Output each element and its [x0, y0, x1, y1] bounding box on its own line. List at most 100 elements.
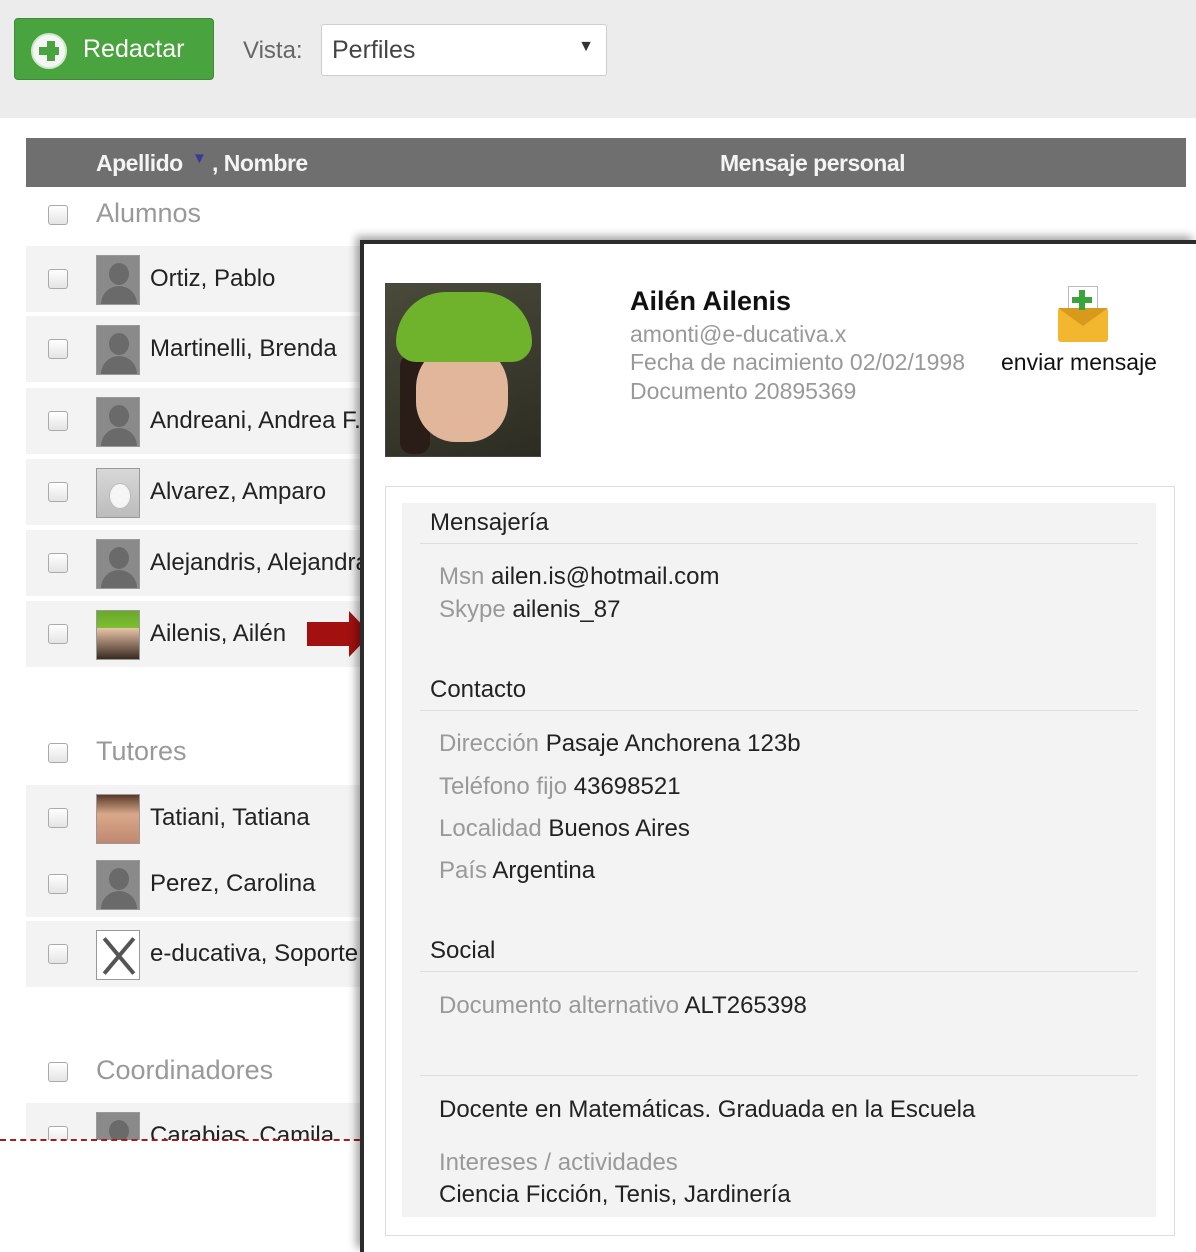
- sort-by-apellido[interactable]: Apellido: [96, 150, 183, 177]
- avatar: [96, 255, 140, 305]
- view-select-value: Perfiles: [332, 36, 416, 64]
- row-checkbox[interactable]: [48, 269, 68, 289]
- avatar: [96, 1112, 140, 1140]
- contact-name: Perez, Carolina: [150, 870, 316, 897]
- compose-label: Redactar: [83, 35, 185, 63]
- contact-name: Carabias, Camila: [150, 1122, 335, 1140]
- divider: [420, 971, 1138, 972]
- profile-name: Ailén Ailenis: [630, 286, 792, 316]
- row-checkbox[interactable]: [48, 808, 68, 828]
- row-checkbox[interactable]: [48, 944, 68, 964]
- group-title: Alumnos: [96, 198, 202, 228]
- birth-value: 02/02/1998: [849, 349, 966, 375]
- group-checkbox-coordinadores[interactable]: [48, 1062, 68, 1082]
- divider: [420, 710, 1138, 711]
- field-label: Dirección: [439, 730, 540, 757]
- avatar: [96, 539, 140, 589]
- contact-name: Ortiz, Pablo: [150, 265, 276, 292]
- row-checkbox[interactable]: [48, 553, 68, 573]
- row-checkbox[interactable]: [48, 411, 68, 431]
- section-title-contacto: Contacto: [430, 676, 527, 703]
- row-checkbox[interactable]: [48, 339, 68, 359]
- avatar: [96, 325, 140, 375]
- avatar: [96, 860, 140, 910]
- contact-name: Ailenis, Ailén: [150, 620, 287, 647]
- field-value: 43698521: [573, 773, 681, 800]
- group-checkbox-tutores[interactable]: [48, 743, 68, 763]
- doc-label: Documento: [630, 378, 748, 404]
- divider: [420, 1075, 1138, 1076]
- field-pais: País Argentina: [439, 857, 595, 885]
- row-checkbox[interactable]: [48, 482, 68, 502]
- profile-details-inner: Mensajería Msn ailen.is@hotmail.com Skyp…: [402, 503, 1156, 1217]
- list-item[interactable]: Carabias, Camila: [26, 1103, 366, 1140]
- field-value: ALT265398: [684, 992, 807, 1019]
- send-message-icon[interactable]: [1058, 286, 1110, 342]
- profile-card: Ailén Ailenis amonti@e-ducativa.x Fecha …: [360, 240, 1196, 1252]
- section-title-mensajeria: Mensajería: [430, 509, 549, 536]
- contact-name: Tatiani, Tatiana: [150, 804, 310, 831]
- field-label: País: [439, 857, 488, 884]
- contact-name: Alvarez, Amparo: [150, 478, 327, 505]
- envelope-icon: [1058, 308, 1108, 342]
- contact-name: Alejandris, Alejandra: [150, 549, 369, 576]
- view-label: Vista:: [243, 37, 303, 64]
- field-label: Msn: [439, 563, 485, 590]
- profile-birth: Fecha de nacimiento 02/02/1998: [630, 349, 965, 376]
- avatar: [96, 610, 140, 660]
- field-skype: Skype ailenis_87: [439, 596, 620, 624]
- list-item[interactable]: Perez, Carolina: [26, 851, 366, 919]
- field-label: Documento alternativo: [439, 992, 680, 1019]
- group-title: Tutores: [96, 736, 187, 766]
- list-item[interactable]: e-ducativa, Soporte: [26, 921, 366, 989]
- field-value: Pasaje Anchorena 123b: [545, 730, 801, 757]
- contact-name: Andreani, Andrea F.: [150, 407, 361, 434]
- list-item[interactable]: Alvarez, Amparo: [26, 459, 366, 527]
- field-label: Localidad: [439, 815, 542, 842]
- birth-label: Fecha de nacimiento: [630, 349, 844, 375]
- sort-by-nombre[interactable]: , Nombre: [212, 150, 308, 177]
- profile-photo: [385, 283, 541, 457]
- field-value: ailen.is@hotmail.com: [491, 563, 720, 590]
- profile-email: amonti@e-ducativa.x: [630, 321, 847, 347]
- group-title: Coordinadores: [96, 1055, 274, 1085]
- tools-icon: [96, 930, 140, 980]
- interests-value: Ciencia Ficción, Tenis, Jardinería: [439, 1181, 791, 1208]
- section-title-social: Social: [430, 937, 496, 964]
- field-value: Argentina: [492, 857, 596, 884]
- list-item[interactable]: Alejandris, Alejandra: [26, 530, 369, 598]
- list-header: Apellido ▼ , Nombre Mensaje personal: [26, 138, 1186, 187]
- row-checkbox[interactable]: [48, 874, 68, 894]
- sort-down-icon[interactable]: ▼: [192, 150, 207, 167]
- field-value: Buenos Aires: [548, 815, 690, 842]
- photo-hat: [396, 292, 532, 362]
- profile-document: Documento 20895369: [630, 378, 856, 405]
- view-select[interactable]: Perfiles ▼: [321, 24, 607, 76]
- send-message-link[interactable]: enviar mensaje: [1001, 349, 1157, 376]
- field-msn: Msn ailen.is@hotmail.com: [439, 563, 719, 591]
- interests-label: Intereses / actividades: [439, 1149, 678, 1176]
- list-item[interactable]: Andreani, Andrea F.: [26, 388, 366, 456]
- list-item[interactable]: Martinelli, Brenda: [26, 316, 366, 384]
- contact-name: Martinelli, Brenda: [150, 335, 337, 362]
- compose-button[interactable]: Redactar: [14, 18, 214, 80]
- avatar: [96, 794, 140, 844]
- field-documento-alternativo: Documento alternativo ALT265398: [439, 992, 807, 1020]
- list-item[interactable]: Ortiz, Pablo: [26, 246, 366, 314]
- divider: [420, 543, 1138, 544]
- doc-value: 20895369: [754, 378, 857, 404]
- row-checkbox[interactable]: [48, 624, 68, 644]
- list-item[interactable]: Tatiani, Tatiana: [26, 785, 366, 853]
- field-localidad: Localidad Buenos Aires: [439, 815, 690, 843]
- field-label: Skype: [439, 596, 506, 623]
- chevron-down-icon: ▼: [578, 38, 594, 55]
- avatar: [96, 397, 140, 447]
- profile-details: Mensajería Msn ailen.is@hotmail.com Skyp…: [385, 486, 1175, 1236]
- group-checkbox-alumnos[interactable]: [48, 205, 68, 225]
- field-telefono: Teléfono fijo 43698521: [439, 773, 681, 801]
- contact-name: e-ducativa, Soporte: [150, 940, 359, 967]
- avatar: [96, 468, 140, 518]
- personal-message: Docente en Matemáticas. Graduada en la E…: [439, 1096, 976, 1123]
- plus-circle-icon: [31, 33, 67, 69]
- row-checkbox[interactable]: [48, 1126, 68, 1140]
